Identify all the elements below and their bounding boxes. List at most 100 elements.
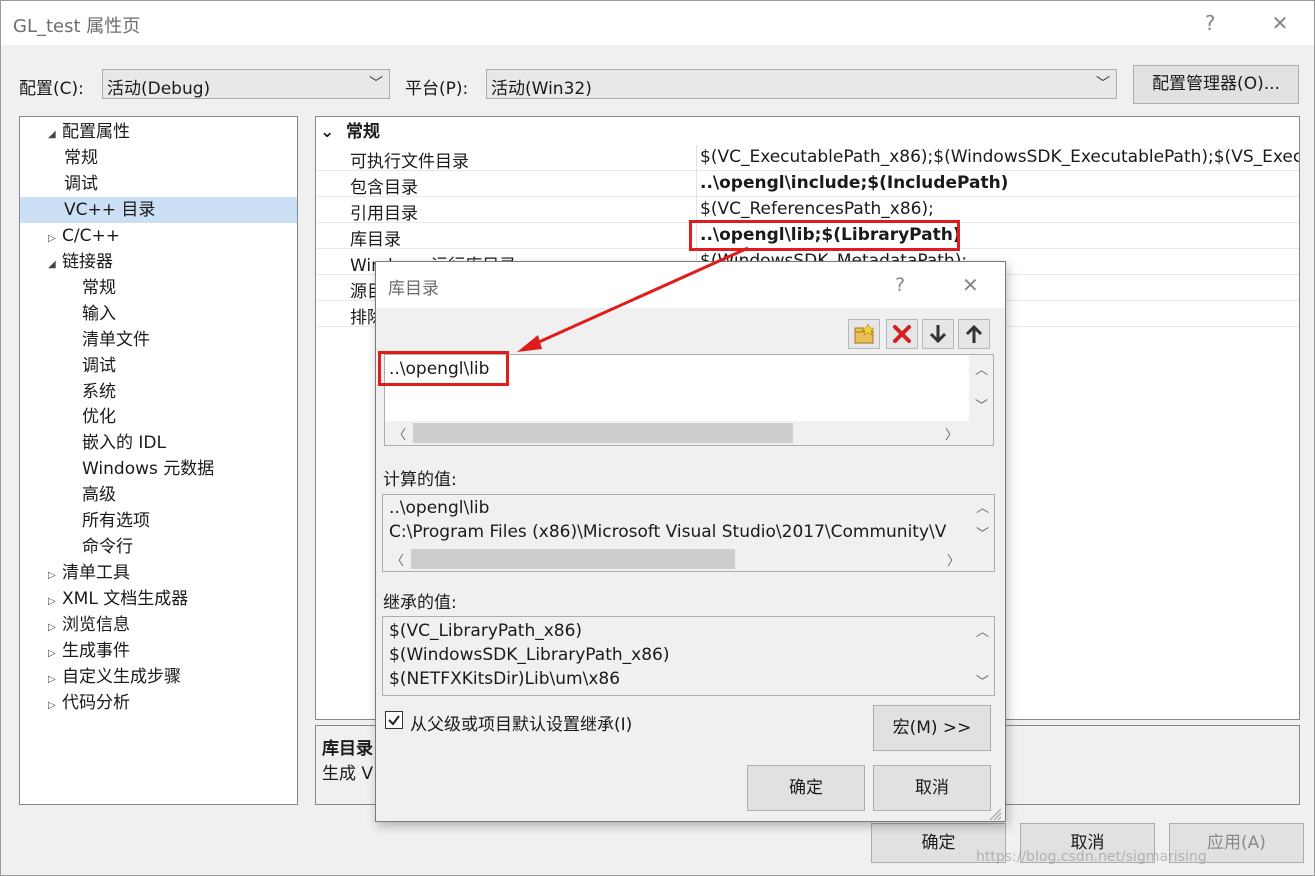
grid-column-separator [696,196,697,223]
inherited-line: $(NETFXKitsDir)Lib\um\x86 [389,669,621,689]
tree-item[interactable]: ◢ 配置属性 [20,119,297,145]
grid-row-value[interactable]: ..\opengl\include;$(IncludePath) [700,173,1008,193]
move-up-button[interactable] [958,319,990,349]
platform-select[interactable]: 活动(Win32) ﹀ [486,69,1117,99]
tree-item[interactable]: 调试 [20,171,297,197]
arrow-up-icon [965,324,983,343]
tree-item[interactable]: ▷ C/C++ [20,223,297,249]
resize-grip-icon[interactable] [988,807,1002,821]
tree-item-label: 常规 [82,277,116,298]
config-select[interactable]: 活动(Debug) ﹀ [102,69,390,99]
chevron-down-icon[interactable]: ﹀ [976,523,989,542]
tree-item-label: Windows 元数据 [82,459,215,480]
vertical-scrollbar[interactable]: ︿ ﹀ [969,355,993,423]
tree-item-label: 优化 [82,407,116,428]
tree-item[interactable]: ◢ 链接器 [20,249,297,275]
tree-item[interactable]: 输入 [20,301,297,327]
inherited-line: $(WindowsSDK_LibraryPath_x86) [389,645,670,665]
platform-select-value: 活动(Win32) [491,79,592,99]
inherit-checkbox-label[interactable]: 从父级或项目默认设置继承(I) [410,710,632,735]
window-title: GL_test 属性页 [13,16,141,37]
chevron-right-icon[interactable]: 〉 [947,550,960,569]
tree-item[interactable]: ▷ 代码分析 [20,690,297,716]
tree-item[interactable]: 常规 [20,275,297,301]
dialog-ok-button[interactable]: 确定 [747,765,865,811]
chevron-down-icon[interactable]: ﹀ [975,395,988,414]
grid-row[interactable]: 包含目录 ..\opengl\include;$(IncludePath) [316,170,1299,198]
inherited-values-box: $(VC_LibraryPath_x86) $(WindowsSDK_Libra… [382,616,995,696]
tree-item-label: 链接器 [62,251,113,272]
grid-row-value[interactable]: $(VC_ReferencesPath_x86); [700,199,934,219]
entry-highlight-box [378,351,509,386]
scroll-thumb[interactable] [411,549,735,569]
tree-item-label: 所有选项 [82,511,150,532]
property-tree: ◢ 配置属性 常规 调试 VC++ 目录 ▷ C/C++ ◢ 链接器 常规 输入 清单文件 调试 系统 优化… [19,116,298,805]
chevron-up-icon[interactable]: ︿ [975,359,988,378]
inherit-checkbox[interactable] [385,711,403,729]
tree-item[interactable]: ▷ 生成事件 [20,638,297,664]
grid-row[interactable]: 可执行文件目录 $(VC_ExecutablePath_x86);$(Window… [316,145,1299,172]
inherited-line: $(VC_LibraryPath_x86) [389,621,583,641]
horizontal-scrollbar[interactable]: 〈 〉 [383,547,994,571]
help-icon[interactable]: ? [1195,9,1225,37]
grid-section-header[interactable]: ⌄ 常规 [320,119,380,145]
tree-item[interactable]: ▷ XML 文档生成器 [20,586,297,612]
move-down-button[interactable] [922,319,954,349]
dialog-cancel-button[interactable]: 取消 [873,765,991,811]
arrow-down-icon [929,325,947,344]
tree-item[interactable]: 命令行 [20,534,297,560]
tree-item[interactable]: 清单文件 [20,327,297,353]
vertical-scrollbar[interactable]: ︿ ﹀ [970,617,994,695]
chevron-down-icon[interactable]: ﹀ [976,671,989,690]
chevron-left-icon[interactable]: 〈 [391,550,404,569]
delete-icon [893,325,911,343]
tree-item[interactable]: 系统 [20,379,297,405]
close-icon[interactable]: ✕ [962,273,979,297]
library-directories-dialog: 库目录 ? ✕ ..\opengl\lib ︿ ﹀ 〈 〉 计算的值: ..\o… [375,261,1006,822]
tree-item[interactable]: 常规 [20,145,297,171]
tree-item-label: 调试 [82,355,116,376]
chevron-up-icon[interactable]: ︿ [976,497,989,516]
new-line-button[interactable] [848,319,880,349]
tree-item-label: 生成事件 [62,641,130,661]
tree-item[interactable]: 嵌入的 IDL [20,430,297,456]
tree-item[interactable]: 所有选项 [20,508,297,534]
checkmark-icon [388,715,400,726]
tree-item-label: C/C++ [62,225,120,246]
chevron-left-icon[interactable]: 〈 [393,424,406,443]
chevron-right-icon[interactable]: 〉 [945,424,958,443]
title-bar: GL_test 属性页 ? ✕ [1,1,1314,45]
tree-item[interactable]: ▷ 浏览信息 [20,612,297,638]
chevron-down-icon: ⌄ [320,122,335,142]
grid-row[interactable]: 引用目录 $(VC_ReferencesPath_x86); [316,196,1299,224]
tree-item-label: 命令行 [82,537,133,558]
tree-item[interactable]: 优化 [20,404,297,430]
tree-item-label: 代码分析 [62,692,130,713]
tree-item[interactable]: 调试 [20,353,297,379]
collapsed-arrow-icon[interactable]: ▷ [48,693,62,719]
tree-item-label: XML 文档生成器 [62,589,189,610]
tree-item-label: 配置属性 [62,122,130,142]
tree-item[interactable]: Windows 元数据 [20,456,297,482]
tree-item[interactable]: ▷ 自定义生成步骤 [20,664,297,690]
help-icon[interactable]: ? [895,274,905,296]
tree-item[interactable]: ▷ 清单工具 [20,560,297,586]
delete-line-button[interactable] [886,319,918,349]
grid-row-value[interactable]: $(VC_ExecutablePath_x86);$(WindowsSDK_Ex… [700,147,1299,167]
grid-row-name: 引用目录 [350,203,418,224]
tree-item-label: 清单文件 [82,329,150,350]
chevron-up-icon[interactable]: ︿ [976,621,989,640]
grid-row-name: 可执行文件目录 [350,152,469,172]
tree-item[interactable]: VC++ 目录 [20,196,297,223]
vertical-scrollbar[interactable]: ︿ ﹀ [970,495,994,549]
computed-label: 计算的值: [383,470,457,490]
close-icon[interactable]: ✕ [1265,9,1295,37]
macro-button[interactable]: 宏(M) >> [873,705,991,751]
computed-values-box: ..\opengl\lib C:\Program Files (x86)\Mic… [382,494,995,572]
grid-column-separator [696,145,697,171]
grid-highlight-box [689,220,960,251]
horizontal-scrollbar[interactable]: 〈 〉 [385,421,993,445]
tree-item[interactable]: 高级 [20,482,297,508]
config-manager-button[interactable]: 配置管理器(O)... [1133,65,1299,104]
scroll-thumb[interactable] [413,423,793,443]
